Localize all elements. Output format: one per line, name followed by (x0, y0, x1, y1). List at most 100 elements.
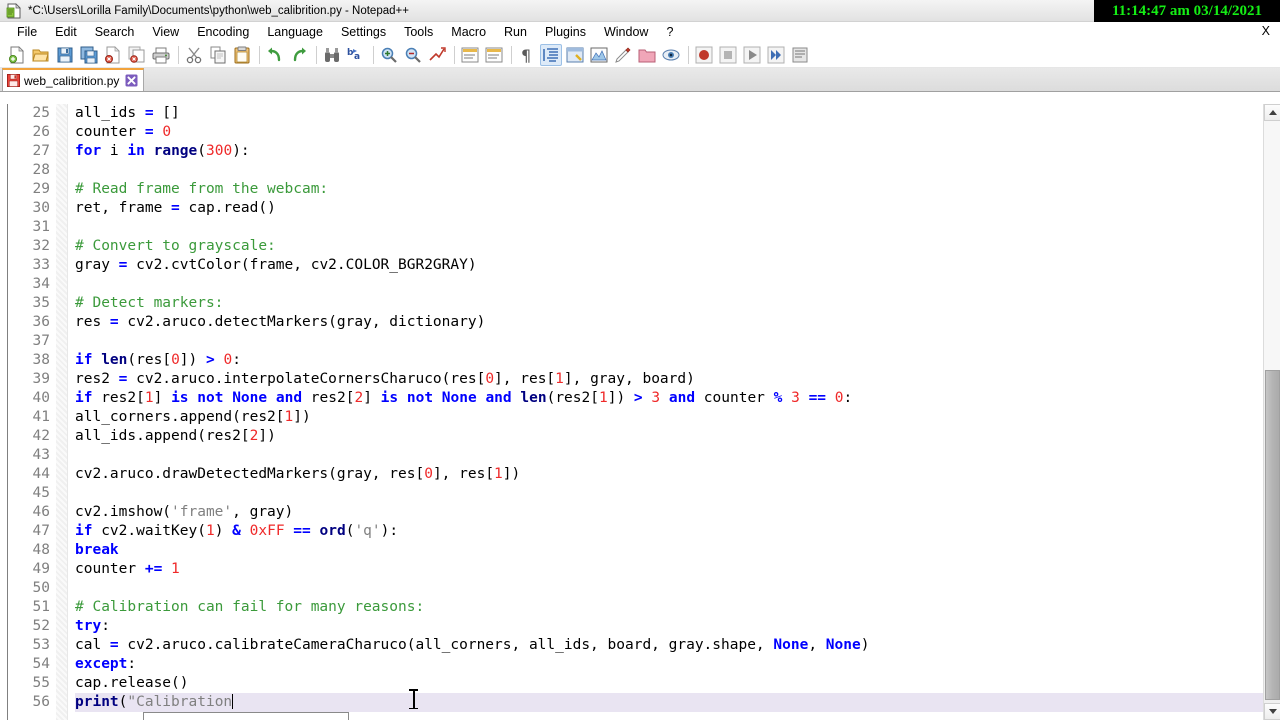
menu-file[interactable]: File (8, 24, 46, 40)
doc-map-icon[interactable] (588, 44, 610, 66)
vertical-scrollbar[interactable] (1263, 104, 1280, 720)
code-line[interactable] (75, 332, 1280, 351)
code-line[interactable]: break (75, 541, 1280, 560)
menu-encoding[interactable]: Encoding (188, 24, 258, 40)
close-file-icon[interactable] (102, 44, 124, 66)
save-macro-icon[interactable] (789, 44, 811, 66)
close-document-button[interactable]: X (1262, 24, 1270, 38)
ui-userdefine-icon[interactable] (564, 44, 586, 66)
menu-help[interactable]: ? (657, 24, 682, 40)
code-line[interactable]: cv2.aruco.drawDetectedMarkers(gray, res[… (75, 465, 1280, 484)
code-line[interactable]: cv2.imshow('frame', gray) (75, 503, 1280, 522)
code-line[interactable] (75, 446, 1280, 465)
close-all-files-icon[interactable] (126, 44, 148, 66)
redo-arrow-icon[interactable] (288, 44, 310, 66)
code-line[interactable]: gray = cv2.cvtColor(frame, cv2.COLOR_BGR… (75, 256, 1280, 275)
code-line[interactable]: all_ids.append(res2[2]) (75, 427, 1280, 446)
tab-close-icon[interactable] (125, 74, 138, 87)
toolbar-separator (373, 45, 374, 64)
code-line[interactable]: all_corners.append(res2[1]) (75, 408, 1280, 427)
menu-language[interactable]: Language (258, 24, 332, 40)
code-line[interactable]: # Detect markers: (75, 294, 1280, 313)
open-folder-icon[interactable] (30, 44, 52, 66)
autocomplete-popup[interactable] (143, 712, 349, 720)
scroll-thumb[interactable] (1265, 370, 1280, 700)
save-icon[interactable] (54, 44, 76, 66)
code-line[interactable]: counter += 1 (75, 560, 1280, 579)
print-icon[interactable] (150, 44, 172, 66)
code-token: 0 (162, 124, 172, 140)
save-all-icon[interactable] (78, 44, 100, 66)
code-line[interactable]: for i in range(300): (75, 142, 1280, 161)
menu-edit[interactable]: Edit (46, 24, 86, 40)
code-line[interactable]: if res2[1] is not None and res2[2] is no… (75, 389, 1280, 408)
code-editor[interactable]: 25 26 27 28 29 30 31 32 33 34 35 36 37 38 39 40 41 42 43 44… (0, 104, 1280, 720)
code-line[interactable]: # Calibration can fail for many reasons: (75, 598, 1280, 617)
menu-macro[interactable]: Macro (442, 24, 495, 40)
code-line[interactable]: counter = 0 (75, 123, 1280, 142)
code-line[interactable]: if cv2.waitKey(1) & 0xFF == ord('q'): (75, 522, 1280, 541)
sync-scroll-icon[interactable] (426, 44, 448, 66)
replace-icon[interactable]: ba (345, 44, 367, 66)
code-line[interactable] (75, 275, 1280, 294)
code-token: cv2.aruco.calibrateCameraCharuco(all_cor… (118, 637, 774, 653)
code-token: cv2.aruco.detectMarkers(gray, dictionary… (118, 314, 486, 330)
code-line[interactable]: # Convert to grayscale: (75, 237, 1280, 256)
function-list-icon[interactable] (612, 44, 634, 66)
code-text-area[interactable]: all_ids = [] counter = 0 for i in range(3… (68, 104, 1280, 720)
code-line[interactable] (75, 218, 1280, 237)
stop-macro-icon[interactable] (717, 44, 739, 66)
code-line[interactable]: all_ids = [] (75, 104, 1280, 123)
indent-guide-icon[interactable] (540, 43, 562, 66)
play-macro-icon[interactable] (741, 44, 763, 66)
code-line[interactable]: try: (75, 617, 1280, 636)
all-chars-icon[interactable] (483, 44, 505, 66)
code-line[interactable]: # Read frame from the webcam: (75, 180, 1280, 199)
cut-scissors-icon[interactable] (183, 44, 205, 66)
menu-plugins[interactable]: Plugins (536, 24, 595, 40)
code-line[interactable] (75, 161, 1280, 180)
code-line[interactable]: res2 = cv2.aruco.interpolateCornersCharu… (75, 370, 1280, 389)
code-line[interactable]: if len(res[0]) > 0: (75, 351, 1280, 370)
fold-margin[interactable] (56, 104, 68, 720)
code-token: in (127, 143, 145, 159)
menu-view[interactable]: View (143, 24, 188, 40)
code-line[interactable] (75, 579, 1280, 598)
line-number: 43 (32, 447, 50, 463)
undo-arrow-icon[interactable] (264, 44, 286, 66)
bookmark-margin[interactable] (0, 104, 8, 720)
menu-search[interactable]: Search (86, 24, 144, 40)
text-caret (232, 694, 234, 709)
new-file-icon[interactable] (6, 44, 28, 66)
scroll-track-upper[interactable] (1264, 121, 1280, 370)
code-line[interactable]: cap.release() (75, 674, 1280, 693)
paste-clipboard-icon[interactable] (231, 44, 253, 66)
record-macro-icon[interactable] (693, 44, 715, 66)
run-multiple-macro-icon[interactable] (765, 44, 787, 66)
zoom-in-icon[interactable] (378, 44, 400, 66)
code-line[interactable]: print("Calibration (75, 693, 1280, 712)
code-token: ): (380, 523, 399, 539)
code-line[interactable]: res = cv2.aruco.detectMarkers(gray, dict… (75, 313, 1280, 332)
pilcrow-icon[interactable]: ¶ (516, 44, 538, 66)
folder-workspace-icon[interactable] (636, 44, 658, 66)
monitoring-eye-icon[interactable] (660, 44, 682, 66)
tab-web-calibrition-py[interactable]: web_calibrition.py (2, 68, 145, 91)
code-line[interactable]: except: (75, 655, 1280, 674)
code-line[interactable]: cal = cv2.aruco.calibrateCameraCharuco(a… (75, 636, 1280, 655)
copy-icon[interactable] (207, 44, 229, 66)
zoom-out-icon[interactable] (402, 44, 424, 66)
code-line[interactable]: ret, frame = cap.read() (75, 199, 1280, 218)
find-binoculars-icon[interactable] (321, 44, 343, 66)
code-token: 0 (223, 352, 233, 368)
menu-settings[interactable]: Settings (332, 24, 395, 40)
code-line[interactable] (75, 484, 1280, 503)
menu-run[interactable]: Run (495, 24, 536, 40)
scroll-up-button[interactable] (1264, 104, 1280, 121)
word-wrap-icon[interactable] (459, 44, 481, 66)
menu-window[interactable]: Window (595, 24, 657, 40)
menu-tools[interactable]: Tools (395, 24, 442, 40)
scroll-down-button[interactable] (1264, 703, 1280, 720)
